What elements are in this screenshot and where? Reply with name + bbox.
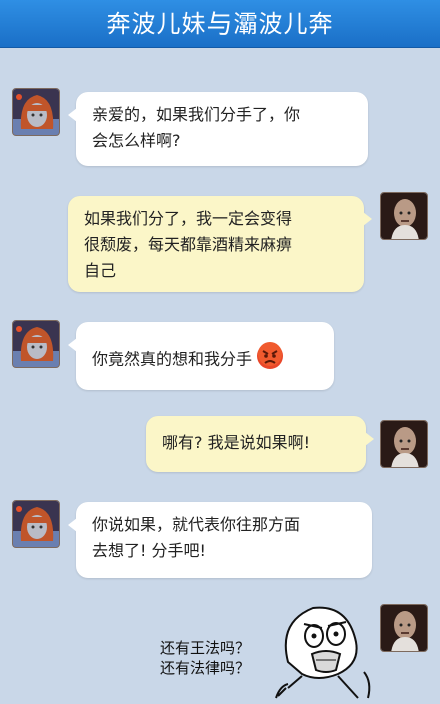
message-bubble-5[interactable]: 你说如果，就代表你往那方面 去想了! 分手吧! [68, 502, 372, 578]
message-line: 亲爱的，如果我们分手了，你 [92, 105, 301, 124]
meme-caption: 还有王法吗？ 还有法律吗？ [160, 638, 250, 678]
caption-line: 还有王法吗？ [160, 639, 251, 657]
message-bubble-1[interactable]: 亲爱的，如果我们分手了，你 会怎么样啊? [68, 92, 368, 166]
title-right-name: 灞波儿奔 [233, 10, 334, 38]
angry-face-icon [256, 342, 284, 378]
message-line: 会怎么样啊? [92, 131, 181, 150]
girl-avatar[interactable] [12, 500, 60, 548]
message-bubble-2[interactable]: 如果我们分了，我一定会变得 很颓废，每天都靠酒精来麻痹 自己 [68, 196, 372, 292]
message-line: 去想了! 分手吧! [92, 541, 206, 560]
bald-man-avatar[interactable] [380, 420, 428, 468]
message-line: 你竟然真的想和我分手 [92, 349, 253, 369]
chat-title-bar: 奔波儿妹与灞波儿奔 [0, 0, 440, 48]
bald-man-avatar[interactable] [380, 192, 428, 240]
message-bubble-3[interactable]: 你竟然真的想和我分手 [68, 322, 334, 390]
message-line: 自己 [84, 261, 117, 280]
caption-line: 还有法律吗？ [160, 659, 251, 677]
bald-man-avatar[interactable] [380, 604, 428, 652]
y-u-no-rage-face [268, 602, 378, 702]
girl-avatar[interactable] [12, 88, 60, 136]
message-line: 如果我们分了，我一定会变得 [84, 209, 293, 228]
message-line: 哪有? 我是说如果啊! [162, 433, 310, 452]
girl-avatar[interactable] [12, 320, 60, 368]
title-left-name: 奔波儿妹 [106, 10, 207, 38]
message-bubble-4[interactable]: 哪有? 我是说如果啊! [146, 416, 374, 472]
message-line: 你说如果，就代表你往那方面 [92, 515, 301, 534]
message-line: 很颓废，每天都靠酒精来麻痹 [84, 235, 293, 254]
title-separator: 与 [206, 10, 234, 40]
